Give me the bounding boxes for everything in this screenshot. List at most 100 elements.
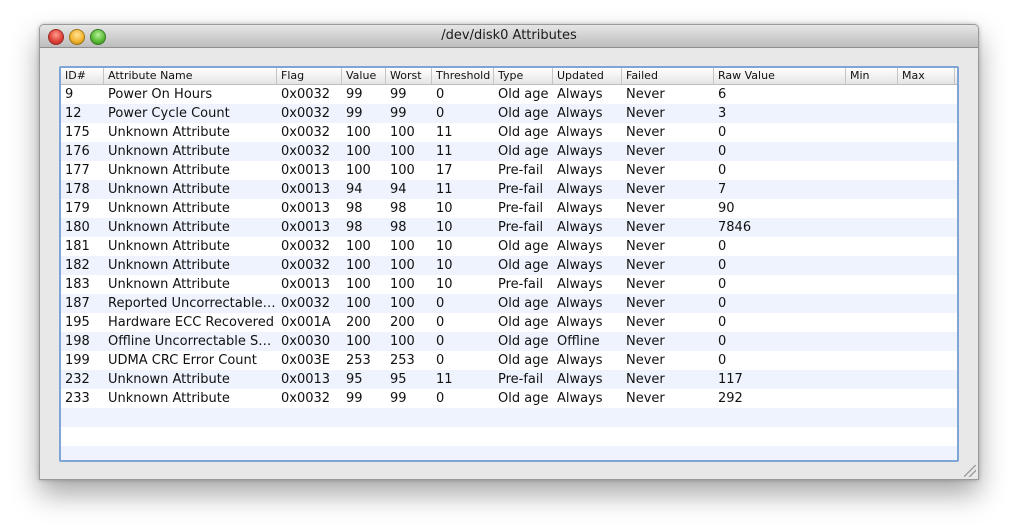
col-id-cell: 175 bbox=[65, 125, 90, 140]
col-raw-value-cell: 0 bbox=[718, 258, 727, 273]
header-col-worst[interactable]: Worst bbox=[386, 68, 432, 84]
col-id-cell: 183 bbox=[65, 277, 90, 292]
col-threshold-cell: 10 bbox=[436, 220, 453, 235]
table-row[interactable]: 9 Power On Hours 0x0032 99 99 0 Old age Always N… bbox=[61, 85, 957, 104]
header-col-flag[interactable]: Flag bbox=[277, 68, 342, 84]
col-flag-cell: 0x003E bbox=[281, 353, 330, 368]
col-updated-cell: Always bbox=[557, 353, 603, 368]
header-col-type[interactable]: Type bbox=[494, 68, 553, 84]
col-id-cell: 176 bbox=[65, 144, 90, 159]
col-threshold-cell: 11 bbox=[436, 182, 453, 197]
col-max-cell bbox=[898, 104, 955, 123]
col-failed-cell: Never bbox=[626, 315, 665, 330]
header-col-id[interactable]: ID# bbox=[61, 68, 104, 84]
col-type-cell: Pre-fail bbox=[498, 372, 544, 387]
col-raw-value-cell: 0 bbox=[718, 239, 727, 254]
col-threshold-cell: 11 bbox=[436, 372, 453, 387]
col-threshold-cell: 10 bbox=[436, 258, 453, 273]
col-worst-cell: 99 bbox=[390, 106, 407, 121]
col-worst-cell: 100 bbox=[390, 296, 415, 311]
col-value-cell: 200 bbox=[346, 315, 371, 330]
col-worst-cell: 100 bbox=[390, 239, 415, 254]
col-type-cell: Pre-fail bbox=[498, 220, 544, 235]
table-row[interactable]: 181 Unknown Attribute 0x0032 100 100 10 Old ag… bbox=[61, 237, 957, 256]
col-attribute-name-cell: Unknown Attribute bbox=[108, 125, 230, 140]
header-col-raw-value[interactable]: Raw Value bbox=[714, 68, 846, 84]
col-threshold-cell: 11 bbox=[436, 125, 453, 140]
col-updated-cell: Offline bbox=[557, 334, 600, 349]
col-max-cell bbox=[898, 389, 955, 408]
col-flag-cell: 0x0032 bbox=[281, 144, 331, 159]
table-row[interactable]: 179 Unknown Attribute 0x0013 98 98 10 Pre-fail… bbox=[61, 199, 957, 218]
col-flag-cell: 0x0013 bbox=[281, 201, 331, 216]
col-threshold-cell: 0 bbox=[436, 87, 445, 102]
col-value-cell: 100 bbox=[346, 125, 371, 140]
empty-table-row[interactable] bbox=[61, 446, 957, 460]
col-failed-cell: Never bbox=[626, 391, 665, 406]
table-row[interactable]: 178 Unknown Attribute 0x0013 94 94 11 Pre-fail… bbox=[61, 180, 957, 199]
resize-grip-icon[interactable] bbox=[964, 465, 976, 477]
col-min-cell bbox=[846, 123, 898, 142]
header-col-attribute-name[interactable]: Attribute Name bbox=[104, 68, 277, 84]
col-type-cell: Old age bbox=[498, 106, 549, 121]
header-col-value[interactable]: Value bbox=[342, 68, 386, 84]
col-id-cell: 182 bbox=[65, 258, 90, 273]
table-row[interactable]: 175 Unknown Attribute 0x0032 100 100 11 Old ag… bbox=[61, 123, 957, 142]
header-col-min[interactable]: Min bbox=[846, 68, 898, 84]
table-row[interactable]: 199 UDMA CRC Error Count 0x003E 253 253 0 Old … bbox=[61, 351, 957, 370]
col-max-cell bbox=[898, 85, 955, 104]
col-updated-cell: Always bbox=[557, 391, 603, 406]
table-row[interactable]: 232 Unknown Attribute 0x0013 95 95 11 Pre-fail… bbox=[61, 370, 957, 389]
header-col-max[interactable]: Max bbox=[898, 68, 955, 84]
table-row[interactable]: 182 Unknown Attribute 0x0032 100 100 10 Old ag… bbox=[61, 256, 957, 275]
header-col-threshold[interactable]: Threshold bbox=[432, 68, 494, 84]
col-worst-cell: 100 bbox=[390, 144, 415, 159]
col-type-cell: Old age bbox=[498, 87, 549, 102]
table-row[interactable]: 177 Unknown Attribute 0x0013 100 100 17 Pre-fa… bbox=[61, 161, 957, 180]
col-max-cell bbox=[898, 275, 955, 294]
table-header: ID# Attribute Name Flag Value Worst Threshold… bbox=[61, 68, 957, 85]
col-id-cell: 233 bbox=[65, 391, 90, 406]
col-min-cell bbox=[846, 389, 898, 408]
col-id-cell: 232 bbox=[65, 372, 90, 387]
col-updated-cell: Always bbox=[557, 258, 603, 273]
title-bar[interactable]: /dev/disk0 Attributes bbox=[40, 25, 978, 48]
table-row[interactable]: 195 Hardware ECC Recovered 0x001A 200 200 0 Ol… bbox=[61, 313, 957, 332]
table-row[interactable]: 233 Unknown Attribute 0x0032 99 99 0 Old age Al… bbox=[61, 389, 957, 408]
col-raw-value-cell: 0 bbox=[718, 296, 727, 311]
col-value-cell: 100 bbox=[346, 144, 371, 159]
attributes-table[interactable]: ID# Attribute Name Flag Value Worst Threshold… bbox=[59, 66, 959, 462]
table-row[interactable]: 187 Reported Uncorrectable … 0x0032 100 100 0… bbox=[61, 294, 957, 313]
col-min-cell bbox=[846, 85, 898, 104]
col-failed-cell: Never bbox=[626, 372, 665, 387]
table-row[interactable]: 176 Unknown Attribute 0x0032 100 100 11 Old ag… bbox=[61, 142, 957, 161]
col-failed-cell: Never bbox=[626, 353, 665, 368]
header-col-failed[interactable]: Failed bbox=[622, 68, 714, 84]
header-col-updated[interactable]: Updated bbox=[553, 68, 622, 84]
col-updated-cell: Always bbox=[557, 315, 603, 330]
col-failed-cell: Never bbox=[626, 201, 665, 216]
col-value-cell: 99 bbox=[346, 106, 363, 121]
table-row[interactable]: 180 Unknown Attribute 0x0013 98 98 10 Pre-fail… bbox=[61, 218, 957, 237]
col-flag-cell: 0x0032 bbox=[281, 296, 331, 311]
col-raw-value-cell: 117 bbox=[718, 372, 743, 387]
col-attribute-name-cell: Power Cycle Count bbox=[108, 106, 230, 121]
col-threshold-cell: 0 bbox=[436, 296, 445, 311]
col-flag-cell: 0x0032 bbox=[281, 239, 331, 254]
col-id-cell: 199 bbox=[65, 353, 90, 368]
col-flag-cell: 0x0013 bbox=[281, 182, 331, 197]
col-max-cell bbox=[898, 123, 955, 142]
col-attribute-name-cell: Offline Uncorrectable Se… bbox=[108, 334, 277, 349]
col-worst-cell: 98 bbox=[390, 201, 407, 216]
col-min-cell bbox=[846, 370, 898, 389]
col-updated-cell: Always bbox=[557, 106, 603, 121]
table-row[interactable]: 198 Offline Uncorrectable Se… 0x0030 100 100… bbox=[61, 332, 957, 351]
col-attribute-name-cell: Reported Uncorrectable … bbox=[108, 296, 277, 311]
col-failed-cell: Never bbox=[626, 144, 665, 159]
table-row[interactable]: 12 Power Cycle Count 0x0032 99 99 0 Old age Alw… bbox=[61, 104, 957, 123]
empty-table-row[interactable] bbox=[61, 427, 957, 446]
col-max-cell bbox=[898, 142, 955, 161]
empty-table-row[interactable] bbox=[61, 408, 957, 427]
table-row[interactable]: 183 Unknown Attribute 0x0013 100 100 10 Pre-fa… bbox=[61, 275, 957, 294]
col-min-cell bbox=[846, 256, 898, 275]
